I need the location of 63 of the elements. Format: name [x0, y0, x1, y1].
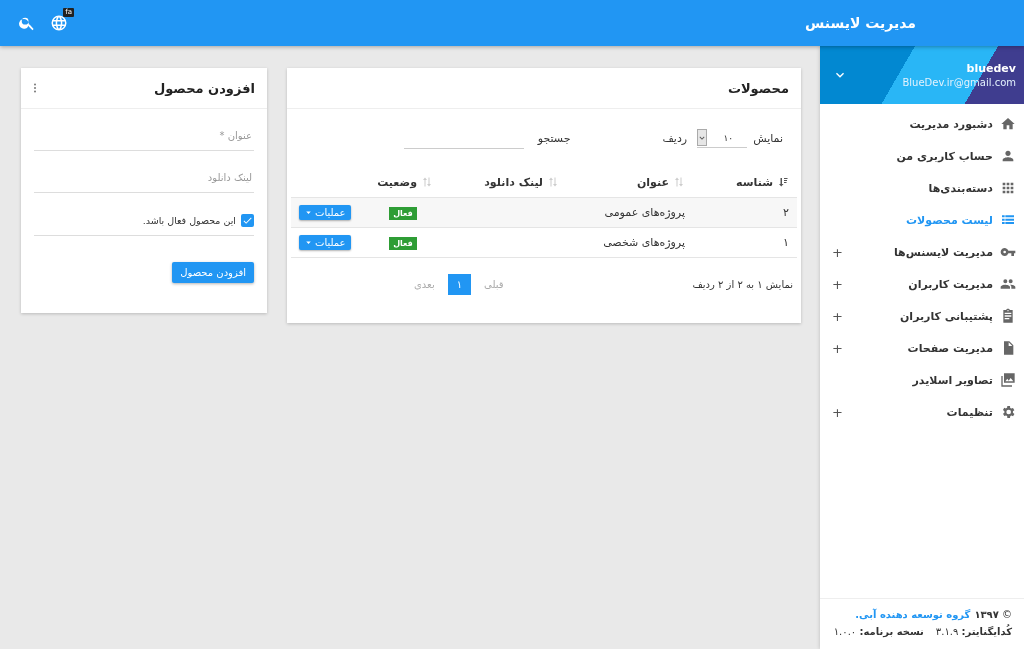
input-field[interactable]: لینک دانلود	[34, 163, 254, 193]
sidebar-label: تصاویر اسلایدر	[912, 373, 993, 387]
expand-toggle[interactable]: +	[832, 276, 843, 292]
copyright-text: © ۱۳۹۷	[974, 609, 1012, 620]
sidebar-item[interactable]: مدیریت کاربران +	[820, 268, 1024, 300]
app-title: مدیریت لایسنس	[804, 15, 916, 31]
table-cell: ۱	[783, 236, 789, 249]
column-header[interactable]: لینک دانلود	[484, 175, 543, 189]
globe-icon[interactable]	[50, 14, 68, 32]
expand-toggle[interactable]: +	[832, 244, 843, 260]
sidebar-item[interactable]: مدیریت لایسنس‌ها +	[820, 236, 1024, 268]
sidebar-item[interactable]: تنظیمات +	[820, 396, 1024, 428]
sidebar-item[interactable]: دشبورد مدیریت	[820, 108, 1024, 140]
sidebar-label: دشبورد مدیریت	[909, 117, 993, 131]
sort-arrows-icon	[547, 176, 559, 188]
image-icon	[1000, 372, 1016, 388]
sidebar-label: پشتیبانی کاربران	[900, 309, 993, 323]
card-title: محصولات	[726, 80, 789, 96]
checkbox-label: این محصول فعال باشد.	[142, 214, 236, 226]
sidebar-label: مدیریت صفحات	[907, 341, 993, 355]
sort-icon	[777, 176, 789, 188]
show-label: نمایش	[753, 131, 783, 145]
expand-toggle[interactable]: +	[832, 404, 843, 420]
sidebar-item[interactable]: حساب کاربری من	[820, 140, 1024, 172]
sidebar-item[interactable]: پشتیبانی کاربران +	[820, 300, 1024, 332]
rows-label: ردیف	[662, 131, 688, 145]
sort-arrows-icon	[673, 176, 685, 188]
sidebar-item[interactable]: مدیریت صفحات +	[820, 332, 1024, 364]
column-header[interactable]: وضعیت	[377, 175, 417, 189]
table-cell: پروژه‌های شخصی	[603, 236, 685, 249]
status-badge: فعال	[389, 237, 417, 250]
framework-version: کُدایگنایتر: ۳.۱.۹	[935, 626, 1012, 637]
table-cell: ۲	[783, 206, 789, 219]
settings-icon	[1000, 404, 1016, 420]
expand-toggle[interactable]: +	[832, 340, 843, 356]
people-icon	[1000, 276, 1016, 292]
sidebar-label: دسته‌بندی‌ها	[928, 181, 993, 195]
sort-arrows-icon	[421, 176, 433, 188]
page-size-select[interactable]: ۱۰	[697, 128, 748, 148]
column-header[interactable]: شناسه	[736, 175, 773, 189]
table-info: نمایش ۱ به ۲ از ۲ ردیف	[691, 279, 793, 290]
search-label: جستجو	[537, 131, 571, 145]
app-version: نسخه برنامه: ۱.۰.۰	[833, 626, 924, 637]
person-icon	[1000, 148, 1016, 164]
sidebar-label: مدیریت لایسنس‌ها	[893, 245, 993, 259]
sidebar-item[interactable]: تصاویر اسلایدر	[820, 364, 1024, 396]
caret-icon	[304, 208, 313, 217]
sidebar-label: حساب کاربری من	[896, 149, 993, 163]
clipboard-icon	[1000, 308, 1016, 324]
sidebar-label: مدیریت کاربران	[908, 277, 993, 291]
sidebar-item[interactable]: دسته‌بندی‌ها	[820, 172, 1024, 204]
input-field[interactable]: عنوان *	[34, 121, 254, 151]
caret-icon	[304, 238, 313, 247]
sidebar-label: لیست محصولات	[906, 213, 993, 227]
grid-icon	[1000, 180, 1016, 196]
status-badge: فعال	[389, 207, 417, 220]
expand-toggle[interactable]: +	[832, 308, 843, 324]
checkbox[interactable]	[241, 213, 254, 227]
column-header[interactable]: عنوان	[636, 175, 669, 189]
sidebar-label: تنظیمات	[946, 405, 993, 419]
table-cell: پروژه‌های عمومی	[604, 206, 685, 219]
card-title: افزودن محصول	[152, 80, 255, 96]
home-icon	[1000, 116, 1016, 132]
